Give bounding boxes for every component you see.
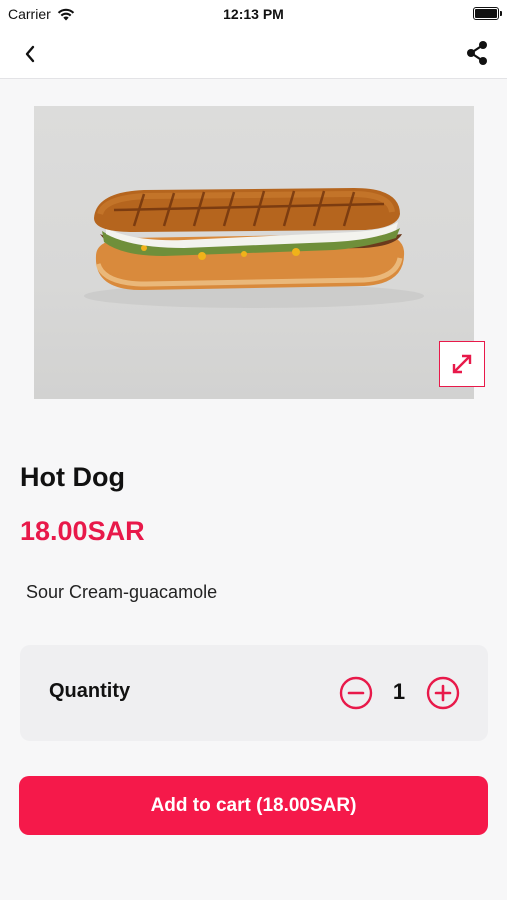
product-description: Sour Cream-guacamole <box>26 582 218 602</box>
quantity-value: 1 <box>392 679 406 704</box>
minus-circle-icon <box>339 676 373 710</box>
quantity-card: Quantity 1 <box>20 645 488 741</box>
chevron-left-icon <box>25 45 35 63</box>
product-image <box>34 106 474 399</box>
status-time: 12:13 PM <box>223 6 284 22</box>
back-button[interactable] <box>14 38 46 70</box>
product-title: Hot Dog <box>20 462 125 492</box>
quantity-label: Quantity <box>49 680 131 702</box>
product-price: 18.00SAR <box>20 516 145 546</box>
nav-bar <box>0 28 507 79</box>
share-icon <box>467 41 487 65</box>
share-button[interactable] <box>461 37 493 69</box>
add-to-cart-button[interactable]: Add to cart (18.00SAR) <box>19 776 488 835</box>
plus-circle-icon <box>426 676 460 710</box>
increase-quantity-button[interactable] <box>426 676 460 710</box>
battery-icon <box>473 7 502 20</box>
expand-image-button[interactable] <box>439 341 485 387</box>
decrease-quantity-button[interactable] <box>339 676 373 710</box>
expand-icon <box>452 354 472 374</box>
hot-dog-illustration <box>84 188 424 308</box>
status-bar: Carrier 12:13 PM <box>0 0 507 28</box>
